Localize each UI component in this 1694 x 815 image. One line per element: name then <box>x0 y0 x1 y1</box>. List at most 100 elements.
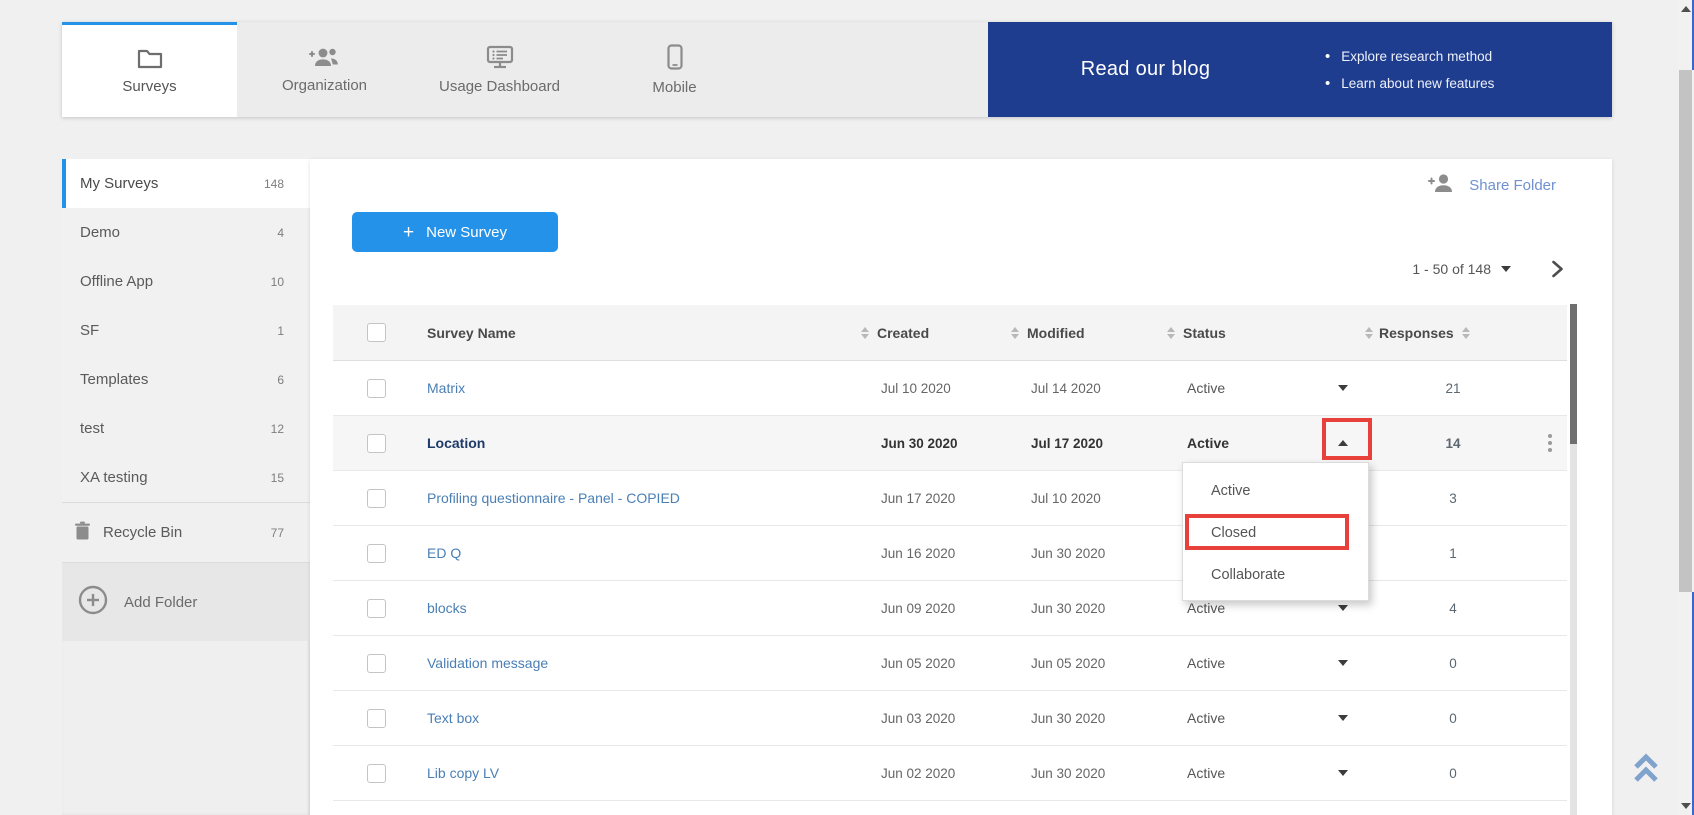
row-checkbox[interactable] <box>367 599 386 618</box>
triangle-up-icon <box>1681 6 1691 12</box>
folder-count: 4 <box>277 226 284 240</box>
chevron-down-icon <box>1338 715 1348 721</box>
dashboard-icon <box>486 45 514 69</box>
sidebar-item-templates[interactable]: Templates 6 <box>62 355 310 404</box>
menu-item-collaborate[interactable]: Collaborate <box>1183 554 1368 596</box>
sidebar-item-test[interactable]: test 12 <box>62 404 310 453</box>
sidebar-item-xa-testing[interactable]: XA testing 15 <box>62 453 310 502</box>
table-row: Text box Jun 03 2020 Jun 30 2020 Active … <box>333 691 1567 746</box>
row-checkbox[interactable] <box>367 434 386 453</box>
table-header-row: Survey Name Created Modified Status Resp… <box>333 305 1567 361</box>
created-cell: Jul 10 2020 <box>881 381 1031 396</box>
new-survey-button[interactable]: + New Survey <box>352 212 558 252</box>
column-header-responses[interactable]: Responses <box>1313 325 1533 341</box>
folder-label: Recycle Bin <box>103 524 271 541</box>
tab-label: Mobile <box>652 79 696 96</box>
sort-icon[interactable] <box>1011 327 1019 339</box>
folder-label: Offline App <box>80 273 153 290</box>
survey-name-link[interactable]: Validation message <box>393 655 881 671</box>
sidebar-item-sf[interactable]: SF 1 <box>62 306 310 355</box>
next-page-button[interactable] <box>1551 260 1564 278</box>
status-dropdown-button[interactable] <box>1313 770 1373 776</box>
sort-icon[interactable] <box>1167 327 1175 339</box>
blog-banner[interactable]: Read our blog • Explore research method … <box>988 22 1612 117</box>
survey-name-link[interactable]: Lib copy LV <box>393 765 881 781</box>
responses-cell: 14 <box>1373 436 1533 451</box>
survey-name-link[interactable]: blocks <box>393 600 881 616</box>
row-checkbox[interactable] <box>367 379 386 398</box>
column-header-status[interactable]: Status <box>1187 325 1313 341</box>
chevron-right-icon <box>1551 260 1564 278</box>
add-folder-label: Add Folder <box>124 594 197 611</box>
status-cell: Active <box>1187 380 1313 396</box>
page-range-label: 1 - 50 of 148 <box>1412 261 1491 277</box>
folder-label: Demo <box>80 224 120 241</box>
tab-usage-dashboard[interactable]: Usage Dashboard <box>412 22 587 117</box>
survey-name-link[interactable]: Profiling questionnaire - Panel - COPIED <box>393 490 881 506</box>
banner-title[interactable]: Read our blog <box>988 58 1303 81</box>
sort-icon[interactable] <box>1365 327 1373 339</box>
created-cell: Jun 16 2020 <box>881 546 1031 561</box>
row-menu-button[interactable] <box>1533 434 1567 452</box>
survey-name-link[interactable]: Matrix <box>393 380 881 396</box>
triangle-down-icon <box>1681 803 1691 809</box>
chevron-down-icon <box>1338 660 1348 666</box>
menu-item-active[interactable]: Active <box>1183 470 1368 512</box>
page-range-dropdown[interactable]: 1 - 50 of 148 <box>1412 261 1511 277</box>
scroll-to-top-button[interactable] <box>1632 753 1660 788</box>
sidebar-item-recycle-bin[interactable]: Recycle Bin 77 <box>62 503 310 562</box>
row-checkbox[interactable] <box>367 544 386 563</box>
sort-icon[interactable] <box>1462 327 1470 339</box>
modified-cell: Jun 05 2020 <box>1031 656 1187 671</box>
folders-sidebar: My Surveys 148 Demo 4 Offline App 10 SF … <box>62 159 310 815</box>
created-cell: Jun 30 2020 <box>881 436 1031 451</box>
select-all-checkbox[interactable] <box>367 323 386 342</box>
tab-surveys[interactable]: Surveys <box>62 22 237 117</box>
responses-cell: 4 <box>1373 601 1533 616</box>
tab-mobile[interactable]: Mobile <box>587 22 762 117</box>
status-cell: Active <box>1187 600 1313 616</box>
table-row: Matrix Jul 10 2020 Jul 14 2020 Active 21 <box>333 361 1567 416</box>
chevron-down-icon <box>1338 770 1348 776</box>
status-cell: Active <box>1187 710 1313 726</box>
created-cell: Jun 05 2020 <box>881 656 1031 671</box>
add-folder-button[interactable]: Add Folder <box>62 563 310 641</box>
row-checkbox[interactable] <box>367 489 386 508</box>
column-header-created[interactable]: Created <box>881 325 1031 341</box>
column-header-label: Created <box>877 325 929 341</box>
surveys-table: Survey Name Created Modified Status Resp… <box>333 305 1567 801</box>
share-folder-label: Share Folder <box>1469 177 1556 194</box>
responses-cell: 0 <box>1373 656 1533 671</box>
double-chevron-up-icon <box>1632 753 1660 783</box>
status-dropdown-button[interactable] <box>1313 715 1373 721</box>
table-row: Validation message Jun 05 2020 Jun 05 20… <box>333 636 1567 691</box>
row-checkbox[interactable] <box>367 654 386 673</box>
sidebar-item-my-surveys[interactable]: My Surveys 148 <box>62 159 310 208</box>
share-folder-button[interactable]: Share Folder <box>1428 173 1556 198</box>
status-cell: Active <box>1187 655 1313 671</box>
table-scrollbar-thumb[interactable] <box>1570 304 1577 444</box>
folder-count: 15 <box>271 471 284 485</box>
table-row-selected: Location Jun 30 2020 Jul 17 2020 Active … <box>333 416 1567 471</box>
status-dropdown-button[interactable] <box>1313 605 1373 611</box>
column-header-modified[interactable]: Modified <box>1031 325 1187 341</box>
tab-organization[interactable]: Organization <box>237 22 412 117</box>
table-row: blocks Jun 09 2020 Jun 30 2020 Active 4 <box>333 581 1567 636</box>
survey-name-link[interactable]: ED Q <box>393 545 881 561</box>
folder-count: 77 <box>271 526 284 540</box>
browser-scrollbar-thumb[interactable] <box>1679 70 1692 592</box>
status-dropdown-button[interactable] <box>1313 385 1373 391</box>
status-dropdown-button-open[interactable] <box>1313 440 1373 446</box>
column-header-survey-name[interactable]: Survey Name <box>393 325 881 341</box>
sidebar-item-demo[interactable]: Demo 4 <box>62 208 310 257</box>
row-checkbox[interactable] <box>367 764 386 783</box>
sidebar-item-offline-app[interactable]: Offline App 10 <box>62 257 310 306</box>
sort-icon[interactable] <box>861 327 869 339</box>
created-cell: Jun 02 2020 <box>881 766 1031 781</box>
survey-name-link[interactable]: Text box <box>393 710 881 726</box>
menu-item-closed[interactable]: Closed <box>1183 512 1368 554</box>
survey-name-link[interactable]: Location <box>393 435 881 451</box>
chevron-down-icon <box>1338 385 1348 391</box>
status-dropdown-button[interactable] <box>1313 660 1373 666</box>
row-checkbox[interactable] <box>367 709 386 728</box>
